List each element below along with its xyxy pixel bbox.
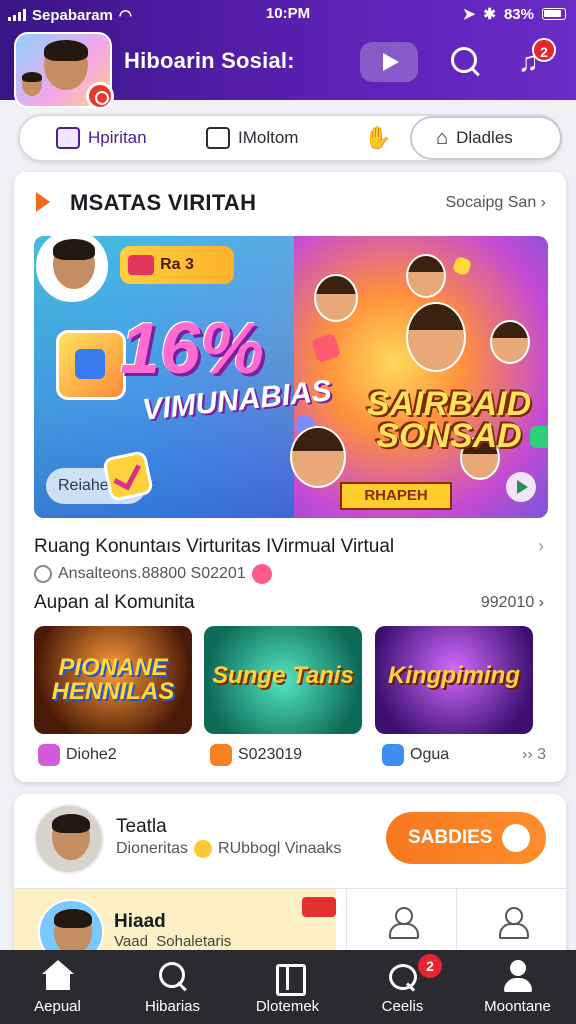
tab-label: IMoltom: [238, 128, 299, 147]
community-name: Teatla: [116, 816, 167, 837]
check-icon: [101, 449, 155, 503]
live-record-icon: [86, 82, 114, 110]
app-header: Sepabaram ◠ 10:PM ➤ ✱ 83% Hiboarin Sosia…: [0, 0, 576, 110]
emoji-icon: [251, 564, 272, 584]
community-sub-a: Dioneritas: [116, 840, 189, 857]
tab-hpiritan[interactable]: Hpiritan: [50, 120, 200, 156]
join-button[interactable]: SABDIES: [386, 812, 546, 864]
sparkle-icon: [451, 255, 473, 277]
notification-badge: 2: [532, 38, 556, 62]
game-tile[interactable]: Sunge Tanis: [204, 626, 362, 734]
monitor-icon: [206, 127, 230, 149]
tile-meta: Ogua: [382, 744, 449, 766]
community-section-title: Aupan al Komunita: [34, 592, 195, 613]
app-icon: [38, 744, 60, 766]
person-icon: [389, 907, 419, 939]
see-all-label: Socaipg San: [445, 194, 537, 211]
tab-imoltom[interactable]: IMoltom: [206, 120, 298, 156]
character-avatar: [406, 254, 446, 298]
tile-meta: S023019: [210, 744, 302, 766]
bluetooth-icon: ✱: [483, 6, 496, 23]
nav-label: Ceelis: [381, 998, 424, 1015]
app-icon: [382, 744, 404, 766]
tile-meta-text: Ogua: [410, 746, 450, 763]
banner-pill: Ra 3: [120, 246, 234, 284]
handshake-icon: ✋: [364, 125, 392, 150]
emoji-icon: [194, 840, 213, 858]
banner-logo: SAIRBAID SONSAD: [366, 385, 532, 455]
location-icon: ➤: [462, 6, 476, 23]
character-avatar: [290, 426, 346, 488]
game-tile-title: Kingpiming: [388, 662, 520, 689]
tab-bar: Hpiritan IMoltom ✋ ⌂ Dladles: [18, 114, 562, 162]
community-count: 992010: [480, 594, 535, 611]
game-tiles-icon: [56, 330, 126, 400]
feature-subtitle: Vaad Sohaletaris: [114, 933, 231, 950]
character-avatar: [490, 320, 530, 364]
game-tile-title: PIONANE HENNILAS: [51, 654, 175, 705]
chat-icon: [387, 960, 419, 992]
sparkle-icon: [310, 332, 342, 364]
game-tile[interactable]: Kingpiming: [375, 626, 533, 734]
nav-chat[interactable]: Ceelis: [345, 950, 460, 1024]
live-tag: [302, 897, 336, 917]
nav-label: Dlotemek: [255, 998, 320, 1015]
grid-icon: [56, 127, 80, 149]
community-subtitle: Dioneritas RUbbogl Vinaaks: [116, 840, 341, 858]
banner-percent: 16%: [120, 309, 265, 389]
game-tile-title: Sunge Tanis: [212, 662, 354, 689]
nav-search[interactable]: Hibarias: [115, 950, 230, 1024]
battery-percent: 83%: [503, 5, 534, 23]
chevron-right-icon[interactable]: ›: [538, 536, 544, 557]
tile-meta: Diohe2: [38, 744, 117, 766]
feature-title: Hiaad: [114, 911, 166, 932]
status-bar: Sepabaram ◠ 10:PM ➤ ✱ 83%: [0, 0, 576, 30]
box-icon: [272, 960, 306, 996]
feature-sub-a: Vaad: [114, 933, 148, 950]
character-avatar: [314, 274, 358, 322]
community-sub-b: RUbbogl Vinaaks: [218, 840, 342, 857]
app-title: Hiboarin Sosial:: [124, 48, 295, 73]
tile-meta-text: S023019: [238, 746, 303, 763]
more-tiles-link[interactable]: ›› 3: [522, 746, 546, 764]
banner-badge: RHAPEH: [340, 482, 452, 510]
community-avatar[interactable]: [34, 804, 104, 874]
bottom-nav: Aepual Hibarias Dlotemek Ceelis Moontane: [0, 950, 576, 1024]
nav-home[interactable]: Aepual: [0, 950, 115, 1024]
see-all-link[interactable]: Socaipg San ›: [445, 194, 546, 212]
nav-label: Moontane: [484, 998, 551, 1015]
featured-card: MSATAS VIRITAH Socaipg San › Ra 3 16% VI…: [14, 172, 566, 782]
community-count-link[interactable]: 992010 ›: [481, 594, 544, 612]
post-meta: Ansalteons.88800 S02201: [34, 564, 272, 584]
search-icon[interactable]: [448, 44, 484, 80]
tab-label: Dladles: [456, 128, 513, 147]
search-icon: [157, 960, 189, 992]
feature-sub-b: Sohaletaris: [156, 933, 232, 950]
post-title[interactable]: Ruang Konuntaıs Virturitas IVirmual Virt…: [34, 536, 394, 558]
nav-box[interactable]: Dlotemek: [230, 950, 345, 1024]
chat-badge: 2: [418, 954, 442, 978]
tab-dladles[interactable]: ⌂ Dladles: [410, 116, 562, 160]
tab-handshake[interactable]: ✋: [364, 120, 391, 156]
nav-profile[interactable]: Moontane: [460, 950, 575, 1024]
views-icon: [34, 565, 52, 583]
game-tile[interactable]: PIONANE HENNILAS: [34, 626, 192, 734]
post-meta-text: Ansalteons.88800 S02201: [58, 565, 246, 582]
nav-label: Aepual: [34, 998, 81, 1015]
nav-label: Hibarias: [144, 998, 201, 1015]
bell-icon: ⌂: [436, 126, 449, 149]
tile-meta-text: Diohe2: [66, 746, 117, 763]
play-button[interactable]: [360, 42, 418, 82]
section-arrow-icon: [36, 192, 50, 212]
home-icon: [42, 960, 74, 992]
promo-banner[interactable]: Ra 3 16% VIMUNABIAS SAIRBAID SONSAD RHAP…: [34, 236, 548, 518]
user-icon: [502, 960, 534, 992]
section-title: MSATAS VIRITAH: [70, 190, 257, 215]
play-icon: [210, 744, 232, 766]
tab-label: Hpiritan: [88, 128, 147, 147]
person-icon: [499, 907, 529, 939]
battery-icon: [542, 8, 566, 20]
play-icon[interactable]: [506, 472, 536, 502]
character-avatar: [406, 302, 466, 372]
